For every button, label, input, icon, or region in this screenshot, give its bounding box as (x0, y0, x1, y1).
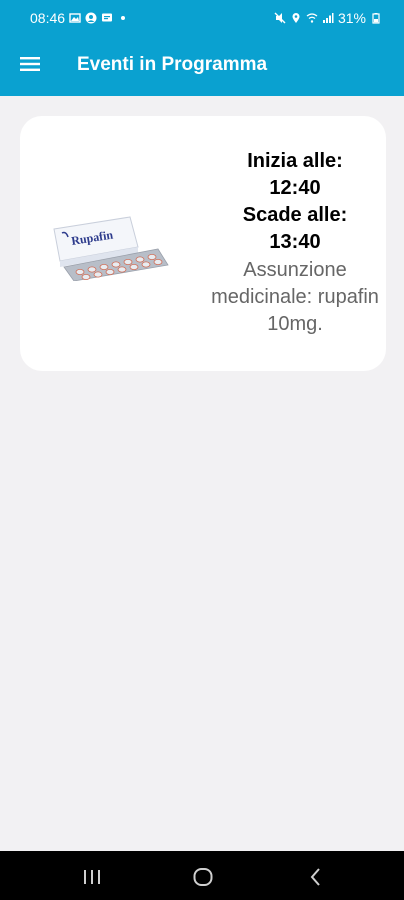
start-label: Inizia alle: (247, 150, 343, 172)
gallery-icon (69, 13, 81, 23)
battery-percent: 31% (337, 10, 366, 26)
home-icon[interactable] (191, 865, 215, 889)
status-bar: 08:46 31% (0, 0, 404, 34)
end-label: Scade alle: (242, 204, 348, 226)
status-right: 31% (274, 10, 382, 26)
wifi-icon (306, 13, 318, 23)
navigation-bar (0, 851, 404, 900)
mute-icon (274, 12, 286, 24)
dot-icon (121, 16, 126, 20)
message-icon (102, 13, 113, 22)
end-time: 13:40 (269, 231, 321, 253)
page-title: Eventi in Programma (77, 54, 268, 75)
medicine-package-image: Rupafin (53, 216, 169, 281)
event-card[interactable]: Rupafin Inizia alle: 12:40 Scade alle: 1… (20, 116, 386, 371)
signal-icon (322, 13, 334, 23)
back-icon[interactable] (304, 865, 328, 889)
app-bar: Eventi in Programma (0, 34, 404, 96)
event-info: Inizia alle: 12:40 Scade alle: 13:40 Ass… (198, 148, 392, 338)
status-left: 08:46 (30, 10, 129, 26)
event-description: Assunzione medicinale: rupafin 10mg. (211, 259, 379, 335)
battery-icon (372, 13, 380, 24)
recent-apps-icon[interactable] (80, 865, 104, 889)
status-time: 08:46 (30, 10, 66, 26)
start-time: 12:40 (269, 177, 321, 199)
location-icon (292, 13, 300, 23)
menu-icon[interactable] (18, 52, 42, 76)
account-icon (85, 12, 97, 24)
